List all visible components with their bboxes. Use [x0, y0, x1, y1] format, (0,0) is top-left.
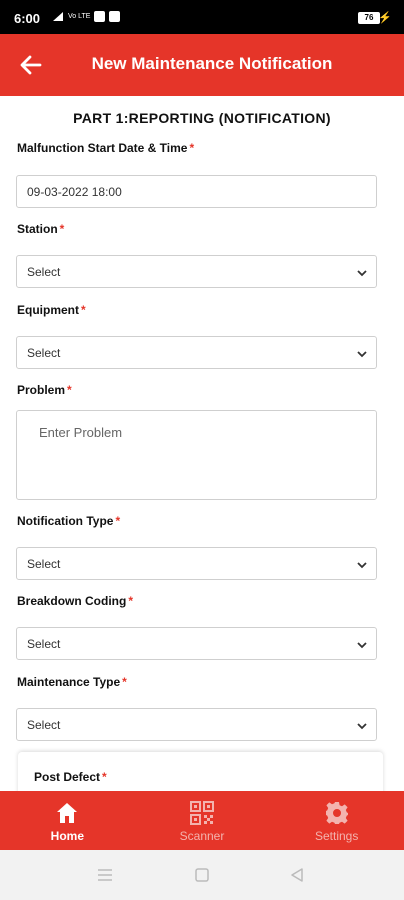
section-title: PART 1:REPORTING (NOTIFICATION) — [73, 110, 331, 126]
breakdown-coding-select[interactable]: Select — [16, 627, 377, 660]
required-mark: * — [189, 141, 195, 155]
malfunction-date-value: 09-03-2022 18:00 — [27, 185, 122, 199]
station-select-value: Select — [27, 265, 61, 279]
chevron-down-icon — [357, 270, 367, 277]
maintenance-type-value: Select — [27, 718, 61, 732]
maintenance-type-label: Maintenance Type * — [17, 675, 127, 689]
nav-label-settings: Settings — [315, 829, 359, 843]
home-square-icon[interactable] — [195, 868, 209, 882]
equipment-label: Equipment * — [17, 303, 86, 317]
required-mark: * — [128, 594, 134, 608]
status-icons: Vo LTE — [52, 11, 121, 22]
equipment-select[interactable]: Select — [16, 336, 377, 369]
signal-icon — [53, 12, 63, 21]
app-bar: New Maintenance Notification — [0, 34, 404, 96]
required-mark: * — [122, 675, 127, 689]
required-mark: * — [67, 383, 72, 397]
malfunction-date-field[interactable]: 09-03-2022 18:00 — [16, 175, 377, 208]
network-text: Vo LTE — [68, 13, 91, 20]
chevron-down-icon — [357, 562, 367, 569]
battery-icon: 76 — [358, 12, 380, 24]
required-mark: * — [102, 770, 107, 784]
problem-textarea[interactable]: Enter Problem — [16, 410, 377, 500]
notification-type-label: Notification Type * — [17, 514, 121, 528]
station-select[interactable]: Select — [16, 255, 377, 288]
chevron-down-icon — [357, 642, 367, 649]
chevron-down-icon — [357, 351, 367, 358]
gear-icon — [325, 802, 348, 824]
page-title: New Maintenance Notification — [91, 54, 333, 73]
equipment-select-value: Select — [27, 346, 61, 360]
station-label: Station * — [17, 222, 65, 236]
part2-card: Post Defect * — [18, 752, 383, 791]
image-icon — [109, 11, 121, 22]
home-icon — [57, 803, 78, 823]
notification-type-select[interactable]: Select — [16, 547, 377, 580]
post-defect-label: Post Defect * — [34, 770, 107, 784]
nav-item-settings[interactable]: Settings — [269, 791, 404, 850]
chevron-down-icon — [357, 723, 367, 730]
status-bar: 6:00 Vo LTE 76 ⚡ — [0, 0, 404, 34]
required-mark: * — [59, 222, 65, 236]
back-triangle-icon[interactable] — [290, 868, 304, 882]
nav-label-home: Home — [50, 829, 84, 843]
notification-type-value: Select — [27, 557, 61, 571]
nav-label-scanner: Scanner — [179, 829, 225, 843]
nav-item-scanner[interactable]: Scanner — [135, 791, 270, 850]
nav-item-home[interactable]: Home — [0, 791, 135, 850]
status-time: 6:00 — [14, 11, 41, 26]
problem-label: Problem * — [17, 383, 72, 397]
required-mark: * — [115, 514, 121, 528]
menu-icon[interactable] — [96, 868, 114, 882]
malfunction-date-label: Malfunction Start Date & Time * — [17, 141, 195, 155]
form-content[interactable]: PART 1:REPORTING (NOTIFICATION) Malfunct… — [0, 96, 404, 791]
problem-placeholder: Enter Problem — [39, 425, 123, 440]
required-mark: * — [81, 303, 86, 317]
breakdown-coding-label: Breakdown Coding * — [17, 594, 134, 608]
bottom-nav: Home Scanner Settings — [0, 791, 404, 850]
breakdown-coding-value: Select — [27, 637, 61, 651]
maintenance-type-select[interactable]: Select — [16, 708, 377, 741]
bluetooth-icon — [94, 11, 106, 22]
qr-scanner-icon — [190, 801, 214, 825]
system-nav-bar — [0, 850, 404, 900]
charging-icon: ⚡ — [378, 12, 392, 24]
